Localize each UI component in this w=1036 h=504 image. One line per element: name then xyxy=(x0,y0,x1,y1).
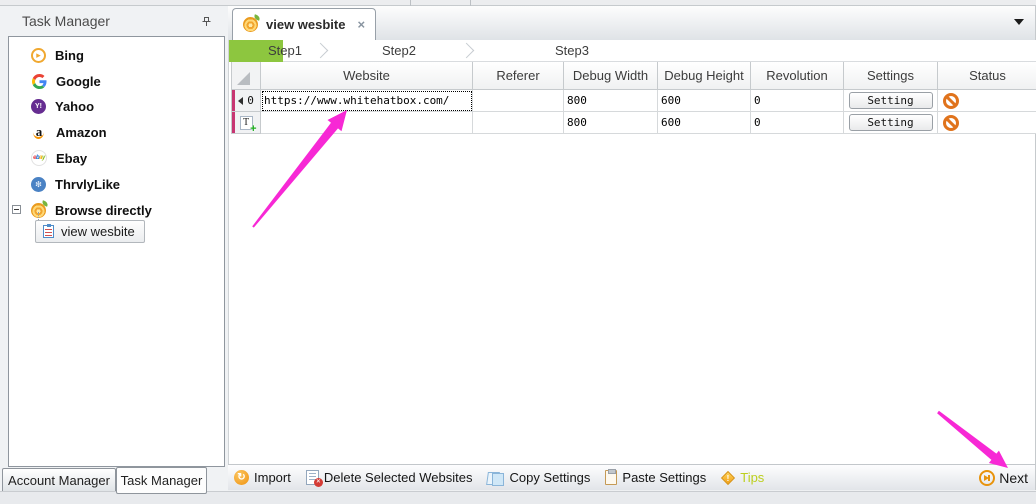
cell-status xyxy=(938,90,1036,112)
disabled-status-icon xyxy=(943,115,959,131)
tab-task-manager[interactable]: Task Manager xyxy=(116,467,207,494)
step2[interactable]: Step2 xyxy=(359,40,439,62)
select-all-corner[interactable] xyxy=(231,62,261,90)
cell-settings: Setting xyxy=(844,90,938,112)
copy-settings-button[interactable]: Copy Settings xyxy=(487,470,590,485)
cell-settings: Setting xyxy=(844,112,938,134)
new-row-header[interactable] xyxy=(231,112,261,134)
delete-selected-websites-button[interactable]: Delete Selected Websites xyxy=(306,470,473,485)
setting-button[interactable]: Setting xyxy=(849,114,933,131)
tab-list-dropdown-icon[interactable] xyxy=(1014,19,1024,25)
cell-revolution[interactable]: 0 xyxy=(751,90,844,112)
close-icon[interactable]: × xyxy=(357,17,365,32)
app-window: Task Manager Bing Google xyxy=(0,0,1036,504)
thrvlylike-icon xyxy=(31,177,46,192)
step-bar: Step1 Step2 Step3 xyxy=(229,40,1036,62)
import-button[interactable]: Import xyxy=(234,470,291,485)
bottom-toolbar: Import Delete Selected Websites Copy Set… xyxy=(228,464,1036,490)
cell-website[interactable]: https://www.whitehatbox.com/ xyxy=(261,90,473,112)
document-tab-strip: view wesbite × xyxy=(228,6,1036,40)
clipboard-icon xyxy=(43,225,54,238)
yahoo-icon xyxy=(31,99,46,114)
tab-view-wesbite[interactable]: view wesbite × xyxy=(232,8,376,40)
column-header-debug-width[interactable]: Debug Width xyxy=(564,62,658,90)
chevron-right-icon xyxy=(459,43,475,59)
column-header-status[interactable]: Status xyxy=(938,62,1036,90)
panel-header: Task Manager xyxy=(0,6,228,36)
tree-item-yahoo[interactable]: Yahoo xyxy=(9,94,219,118)
task-manager-panel: Task Manager Bing Google xyxy=(0,6,228,504)
delete-icon xyxy=(306,470,319,485)
setting-button[interactable]: Setting xyxy=(849,92,933,109)
paste-settings-button[interactable]: Paste Settings xyxy=(605,470,706,485)
cell-revolution[interactable]: 0 xyxy=(751,112,844,134)
main-panel: view wesbite × Step1 Step2 Step3 Website… xyxy=(228,6,1036,504)
new-row-icon xyxy=(240,116,253,130)
corner-triangle-icon xyxy=(237,72,250,85)
cell-debug-height[interactable]: 600 xyxy=(658,112,751,134)
cell-status xyxy=(938,112,1036,134)
target-icon xyxy=(243,17,258,32)
tree-item-bing[interactable]: Bing xyxy=(9,43,219,67)
tree-item-thrvlylike[interactable]: ThrvlyLike xyxy=(9,172,219,196)
cell-debug-width[interactable]: 800 xyxy=(564,90,658,112)
task-tree: Bing Google Yahoo Amazon xyxy=(8,36,225,467)
tree-item-google[interactable]: Google xyxy=(9,69,219,93)
cell-referer[interactable] xyxy=(473,112,564,134)
google-icon xyxy=(31,73,47,89)
pin-icon[interactable] xyxy=(201,14,212,32)
current-row-marker-icon xyxy=(238,97,243,105)
cell-debug-height[interactable]: 600 xyxy=(658,90,751,112)
tree-item-view-wesbite[interactable]: view wesbite xyxy=(35,220,145,243)
tree-item-browse-directly[interactable]: Browse directly xyxy=(9,198,219,222)
ebay-icon xyxy=(31,150,47,166)
tree-item-ebay[interactable]: Ebay xyxy=(9,146,219,170)
panel-title: Task Manager xyxy=(22,13,110,29)
step-content: Step1 Step2 Step3 Website Referer Debug … xyxy=(228,40,1036,464)
step3[interactable]: Step3 xyxy=(529,40,615,62)
tips-warning-icon xyxy=(721,470,735,484)
copy-icon xyxy=(487,471,504,485)
cell-referer[interactable] xyxy=(473,90,564,112)
cell-website[interactable] xyxy=(261,112,473,134)
column-header-website[interactable]: Website xyxy=(261,62,473,90)
step1[interactable]: Step1 xyxy=(257,40,313,62)
amazon-icon xyxy=(31,124,47,140)
tree-item-amazon[interactable]: Amazon xyxy=(9,120,219,144)
column-header-referer[interactable]: Referer xyxy=(473,62,564,90)
disabled-status-icon xyxy=(943,93,959,109)
row-header[interactable]: 0 xyxy=(231,90,261,112)
next-play-icon xyxy=(979,470,995,486)
cell-debug-width[interactable]: 800 xyxy=(564,112,658,134)
column-header-debug-height[interactable]: Debug Height xyxy=(658,62,751,90)
chevron-right-icon xyxy=(313,43,329,59)
tips-button[interactable]: Tips xyxy=(721,470,764,485)
column-header-settings[interactable]: Settings xyxy=(844,62,938,90)
paste-icon xyxy=(605,470,617,485)
collapse-minus-icon[interactable] xyxy=(12,205,21,214)
next-button[interactable]: Next xyxy=(979,465,1028,491)
column-header-revolution[interactable]: Revolution xyxy=(751,62,844,90)
import-icon xyxy=(234,470,249,485)
bing-icon xyxy=(31,48,46,63)
tab-account-manager[interactable]: Account Manager xyxy=(2,468,116,493)
